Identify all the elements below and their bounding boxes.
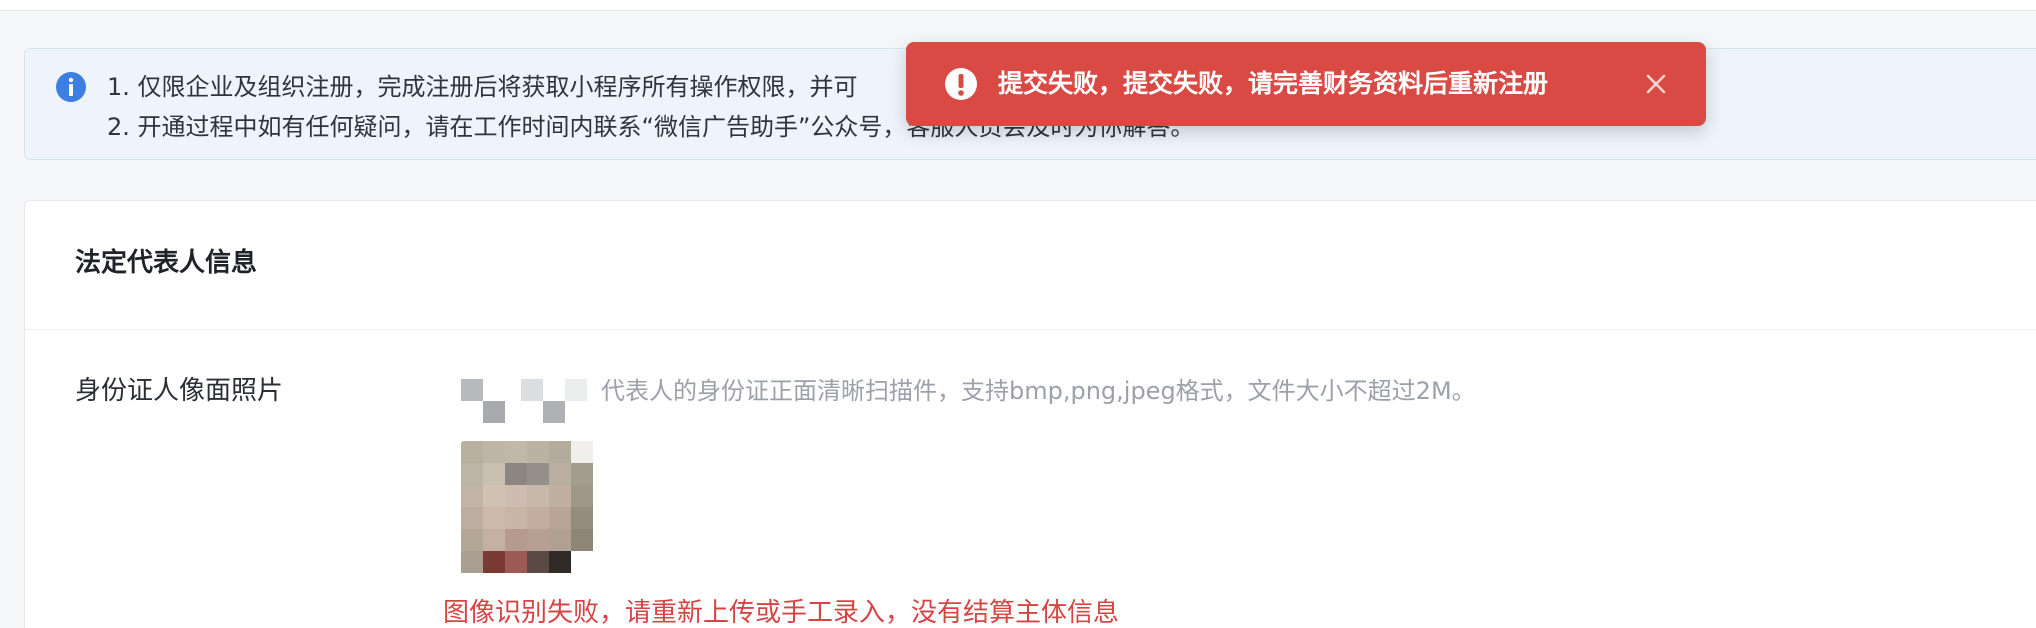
uploaded-id-photo[interactable]: [461, 441, 609, 581]
close-icon[interactable]: [1640, 68, 1672, 100]
ocr-error-message: 图像识别失败，请重新上传或手工录入，没有结算主体信息: [443, 598, 1120, 628]
section-title: 法定代表人信息: [75, 248, 258, 278]
card-header: 法定代表人信息: [25, 201, 2036, 330]
toast-message: 提交失败，提交失败，请完善财务资料后重新注册: [998, 69, 1549, 98]
exclamation-circle-icon: [945, 68, 977, 100]
id-photo-label: 身份证人像面照片: [75, 376, 284, 406]
legal-representative-card: 法定代表人信息 身份证人像面照片 代表人的身份证正面清晰扫描件，支持bmp,pn…: [24, 200, 2036, 628]
info-icon: [56, 72, 86, 102]
top-divider: [0, 0, 2036, 11]
notice-line-1: 1. 仅限企业及组织注册，完成注册后将获取小程序所有操作权限，并可: [107, 73, 858, 101]
error-toast: 提交失败，提交失败，请完善财务资料后重新注册: [906, 42, 1706, 126]
page: 1. 仅限企业及组织注册，完成注册后将获取小程序所有操作权限，并可 2. 开通过…: [0, 0, 2036, 628]
redacted-hint-mosaic: [461, 379, 601, 423]
id-photo-hint: 代表人的身份证正面清晰扫描件，支持bmp,png,jpeg格式，文件大小不超过2…: [601, 377, 1476, 405]
